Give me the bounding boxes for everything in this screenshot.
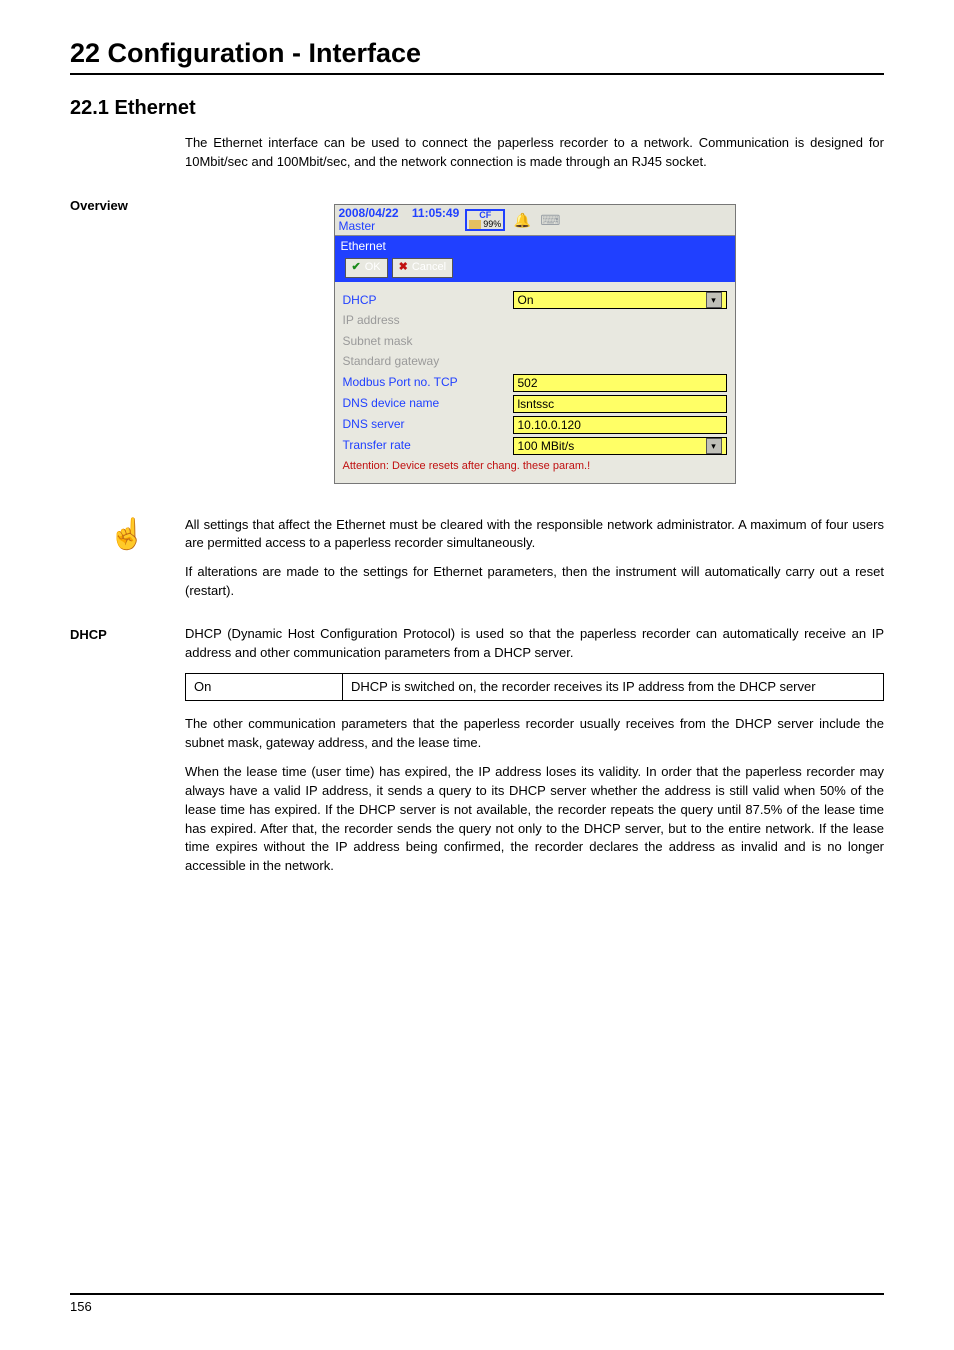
cancel-label: Cancel — [412, 260, 446, 276]
cancel-button[interactable]: ✖ Cancel — [392, 258, 453, 278]
modbus-field[interactable]: 502 — [513, 374, 727, 392]
overview-body: 2008/04/22 11:05:49 Master CF 99% — [185, 196, 884, 502]
rate-label: Transfer rate — [343, 437, 513, 454]
device-tab-ethernet: Ethernet — [341, 239, 386, 253]
device-screenshot: 2008/04/22 11:05:49 Master CF 99% — [334, 204, 736, 484]
check-icon: ✔ — [352, 260, 361, 276]
keypad-icon: ⌨ — [539, 209, 561, 231]
dhcp-value: On — [518, 291, 534, 309]
side-spacer — [70, 134, 185, 136]
device-time: 11:05:49 — [412, 206, 459, 220]
device-button-row: ✔ OK ✖ Cancel — [341, 255, 729, 282]
chapter-title: 22 Configuration - Interface — [70, 38, 884, 69]
row-dhcp: DHCP On ▾ — [343, 291, 727, 309]
intro-para: The Ethernet interface can be used to co… — [185, 134, 884, 172]
note-body: All settings that affect the Ethernet mu… — [185, 516, 884, 611]
intro-body: The Ethernet interface can be used to co… — [185, 134, 884, 182]
dhcp-side-label: DHCP — [70, 625, 185, 642]
dhcp-table-c1: On — [186, 673, 343, 701]
dnsname-value: lsntssc — [518, 395, 555, 413]
folder-icon — [469, 220, 481, 229]
intro-row: The Ethernet interface can be used to co… — [70, 134, 884, 182]
device-header: 2008/04/22 11:05:49 Master CF 99% — [335, 205, 735, 236]
table-row: On DHCP is switched on, the recorder rec… — [186, 673, 884, 701]
chevron-down-icon[interactable]: ▾ — [706, 292, 722, 308]
cf-percent: 99% — [483, 220, 501, 229]
ok-button[interactable]: ✔ OK — [345, 258, 388, 278]
subnet-label: Subnet mask — [343, 333, 513, 350]
row-gateway: Standard gateway — [343, 353, 727, 370]
ip-label: IP address — [343, 312, 513, 329]
row-rate: Transfer rate 100 MBit/s ▾ — [343, 437, 727, 455]
dhcp-table-c2: DHCP is switched on, the recorder receiv… — [343, 673, 884, 701]
row-dnsname: DNS device name lsntssc — [343, 395, 727, 413]
device-body: DHCP On ▾ IP address Subnet mask — [335, 282, 735, 482]
page-number: 156 — [70, 1299, 92, 1314]
alarm-icon: 🔔 — [511, 209, 533, 231]
dnssrv-value: 10.10.0.120 — [518, 416, 581, 434]
note-row: ☝ All settings that affect the Ethernet … — [70, 516, 884, 611]
note-para-2: If alterations are made to the settings … — [185, 563, 884, 601]
device-date: 2008/04/22 — [339, 206, 399, 220]
overview-row: Overview 2008/04/22 11:05:49 Master — [70, 196, 884, 502]
dnssrv-field[interactable]: 10.10.0.120 — [513, 416, 727, 434]
dhcp-label: DHCP — [343, 292, 513, 309]
section-title: 22.1 Ethernet — [70, 97, 884, 120]
row-subnet: Subnet mask — [343, 333, 727, 350]
footer-rule — [70, 1293, 884, 1295]
dhcp-table: On DHCP is switched on, the recorder rec… — [185, 673, 884, 702]
dhcp-para-3: When the lease time (user time) has expi… — [185, 763, 884, 876]
device-screenshot-wrap: 2008/04/22 11:05:49 Master CF 99% — [185, 204, 884, 484]
row-modbus: Modbus Port no. TCP 502 — [343, 374, 727, 392]
rate-value: 100 MBit/s — [518, 437, 575, 455]
dhcp-intro: DHCP (Dynamic Host Configuration Protoco… — [185, 625, 884, 663]
device-warning: Attention: Device resets after chang. th… — [343, 459, 727, 475]
note-para-1: All settings that affect the Ethernet mu… — [185, 516, 884, 554]
cf-badge: CF 99% — [465, 209, 505, 231]
page-footer: 156 — [70, 1293, 884, 1314]
modbus-label: Modbus Port no. TCP — [343, 374, 513, 391]
chevron-down-icon[interactable]: ▾ — [706, 438, 722, 454]
note-icon-col: ☝ — [70, 516, 185, 550]
dhcp-field[interactable]: On ▾ — [513, 291, 727, 309]
device-datetime: 2008/04/22 11:05:49 Master — [339, 207, 460, 233]
dnssrv-label: DNS server — [343, 416, 513, 433]
dhcp-row: DHCP DHCP (Dynamic Host Configuration Pr… — [70, 625, 884, 886]
hand-pointing-icon: ☝ — [109, 520, 146, 550]
title-rule — [70, 73, 884, 75]
rate-field[interactable]: 100 MBit/s ▾ — [513, 437, 727, 455]
row-ip: IP address — [343, 312, 727, 329]
device-master: Master — [339, 220, 460, 233]
device-tabbar: Ethernet ✔ OK ✖ Cancel — [335, 236, 735, 282]
page: 22 Configuration - Interface 22.1 Ethern… — [0, 0, 954, 1350]
dhcp-body: DHCP (Dynamic Host Configuration Protoco… — [185, 625, 884, 886]
modbus-value: 502 — [518, 374, 538, 392]
dnsname-label: DNS device name — [343, 395, 513, 412]
dhcp-para-2: The other communication parameters that … — [185, 715, 884, 753]
gateway-label: Standard gateway — [343, 353, 513, 370]
cf-percent-row: 99% — [469, 220, 501, 229]
overview-label: Overview — [70, 196, 185, 213]
dnsname-field[interactable]: lsntssc — [513, 395, 727, 413]
x-icon: ✖ — [399, 260, 408, 276]
row-dnssrv: DNS server 10.10.0.120 — [343, 416, 727, 434]
ok-label: OK — [365, 260, 381, 276]
